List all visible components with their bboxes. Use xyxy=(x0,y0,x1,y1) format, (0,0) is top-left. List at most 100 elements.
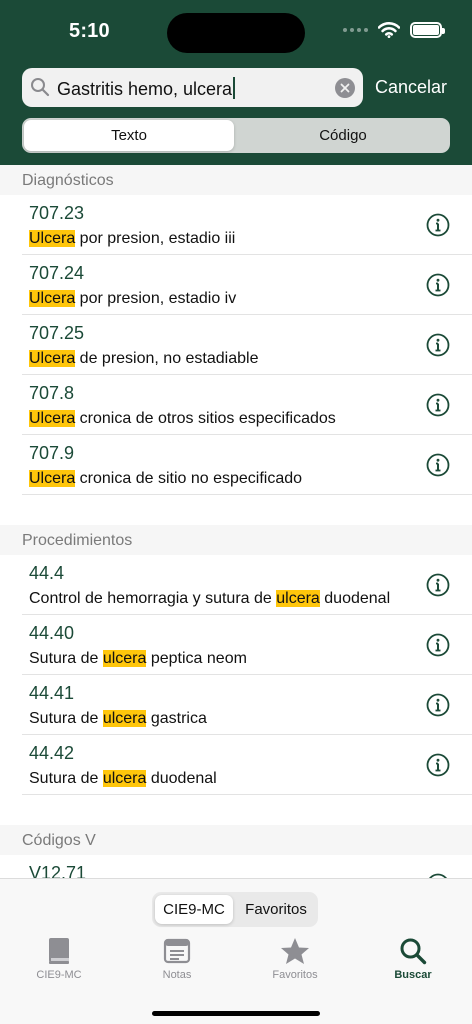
result-code: 44.41 xyxy=(29,683,75,703)
tab-cie9mc[interactable]: CIE9-MC xyxy=(0,937,118,981)
segment-favoritos[interactable]: Favoritos xyxy=(236,895,316,924)
result-code: 707.8 xyxy=(29,383,75,403)
result-code: 44.40 xyxy=(29,623,75,643)
result-row[interactable]: 707.23 Ulcera por presion, estadio iii xyxy=(22,195,472,255)
info-icon xyxy=(426,753,450,781)
result-row[interactable]: V12.71 xyxy=(22,855,472,878)
result-code: 707.24 xyxy=(29,263,85,283)
result-row[interactable]: 707.8 Ulcera cronica de otros sitios espe… xyxy=(22,375,472,435)
result-row[interactable]: 44.41 Sutura de ulcera gastrica xyxy=(22,675,472,735)
info-button[interactable] xyxy=(426,633,450,657)
section-header: Diagnósticos xyxy=(0,165,472,195)
search-field[interactable]: Gastritis hemo, ulcera xyxy=(22,68,363,107)
segment-codigo[interactable]: Código xyxy=(238,120,448,151)
description-suffix: por presion, estadio iii xyxy=(75,230,236,247)
section-spacer xyxy=(0,795,472,825)
description-prefix: Control de hemorragia y sutura de xyxy=(29,590,277,607)
result-description: Ulcera por presion, estadio iv xyxy=(29,290,236,308)
result-description: Sutura de ulcera duodenal xyxy=(29,770,217,788)
search-match-highlight: ulcera xyxy=(102,650,147,667)
search-icon xyxy=(400,938,427,965)
search-match-highlight: Ulcera xyxy=(29,350,76,367)
tab-bar: CIE9-MC Notas Favoritos Buscar xyxy=(0,937,472,997)
info-button[interactable] xyxy=(426,453,450,477)
status-time: 5:10 xyxy=(69,20,110,42)
info-button[interactable] xyxy=(426,333,450,357)
tab-label: Notas xyxy=(162,969,192,981)
close-icon xyxy=(340,83,350,93)
bottom-bar: CIE9-MC Favoritos CIE9-MC Notas Favorito… xyxy=(0,878,472,1024)
description-suffix: peptica neom xyxy=(146,650,247,667)
result-description: Ulcera cronica de sitio no especificado xyxy=(29,470,302,488)
header: 5:10 Gastritis hemo, ulcera Cancelar Tex… xyxy=(0,0,472,165)
result-row[interactable]: 44.40 Sutura de ulcera peptica neom xyxy=(22,615,472,675)
notes-icon xyxy=(163,938,191,964)
tab-favoritos[interactable]: Favoritos xyxy=(236,937,354,981)
info-button[interactable] xyxy=(426,213,450,237)
search-match-highlight: Ulcera xyxy=(29,470,76,487)
tab-label: CIE9-MC xyxy=(36,969,82,981)
result-description: Ulcera por presion, estadio iii xyxy=(29,230,235,248)
info-icon xyxy=(426,693,450,721)
result-row[interactable]: 707.25 Ulcera de presion, no estadiable xyxy=(22,315,472,375)
tab-label: Favoritos xyxy=(272,969,318,981)
result-row[interactable]: 44.4 Control de hemorragia y sutura de ul… xyxy=(22,555,472,615)
info-button[interactable] xyxy=(426,693,450,717)
info-icon xyxy=(426,573,450,601)
section-spacer xyxy=(0,495,472,525)
description-suffix: por presion, estadio iv xyxy=(75,290,237,307)
result-code: 707.9 xyxy=(29,443,75,463)
wifi-icon xyxy=(378,22,400,38)
source-segment: CIE9-MC Favoritos xyxy=(152,892,318,927)
info-icon xyxy=(426,213,450,241)
info-button[interactable] xyxy=(426,273,450,297)
description-prefix: Sutura de xyxy=(29,650,103,667)
results-list[interactable]: Diagnósticos 707.23 Ulcera por presion, es… xyxy=(0,165,472,878)
tab-label: Buscar xyxy=(394,969,432,981)
search-match-highlight: ulcera xyxy=(102,710,147,727)
description-suffix: cronica de sitio no especificado xyxy=(75,470,303,487)
description-prefix: Sutura de xyxy=(29,770,103,787)
result-code: 44.42 xyxy=(29,743,75,763)
search-match-highlight: ulcera xyxy=(276,590,320,607)
battery-icon xyxy=(410,22,445,38)
info-icon xyxy=(426,633,450,661)
result-row[interactable]: 707.24 Ulcera por presion, estadio iv xyxy=(22,255,472,315)
info-icon xyxy=(426,333,450,361)
search-icon xyxy=(31,78,50,97)
result-row[interactable]: 44.42 Sutura de ulcera duodenal xyxy=(22,735,472,795)
description-prefix: Sutura de xyxy=(29,710,103,727)
search-match-highlight: Ulcera xyxy=(29,230,76,247)
info-button[interactable] xyxy=(426,753,450,777)
book-icon xyxy=(49,938,69,964)
section-header: Códigos V xyxy=(0,825,472,855)
segment-cie9mc[interactable]: CIE9-MC xyxy=(155,895,233,924)
segment-texto[interactable]: Texto xyxy=(24,120,234,151)
description-suffix: de presion, no estadiable xyxy=(75,350,259,367)
result-code: 707.23 xyxy=(29,203,85,223)
search-query: Gastritis hemo, ulcera xyxy=(57,79,233,99)
tab-buscar[interactable]: Buscar xyxy=(354,937,472,981)
search-match-highlight: Ulcera xyxy=(29,410,76,427)
search-input[interactable]: Gastritis hemo, ulcera xyxy=(57,77,236,100)
result-description: Ulcera de presion, no estadiable xyxy=(29,350,258,368)
home-indicator[interactable] xyxy=(152,1011,320,1016)
section-header: Procedimientos xyxy=(0,525,472,555)
info-button[interactable] xyxy=(426,393,450,417)
cancel-button[interactable]: Cancelar xyxy=(375,77,447,98)
result-row[interactable]: 707.9 Ulcera cronica de sitio no especifi… xyxy=(22,435,472,495)
clear-search-button[interactable] xyxy=(335,78,355,98)
star-icon xyxy=(281,938,309,964)
result-description: Sutura de ulcera gastrica xyxy=(29,710,207,728)
description-suffix: duodenal xyxy=(319,590,391,607)
search-match-highlight: ulcera xyxy=(102,770,147,787)
info-button[interactable] xyxy=(426,573,450,597)
result-description: Control de hemorragia y sutura de ulcera… xyxy=(29,590,390,608)
result-code: V12.71 xyxy=(29,863,87,878)
text-caret xyxy=(233,77,236,99)
result-code: 707.25 xyxy=(29,323,85,343)
tab-notas[interactable]: Notas xyxy=(118,937,236,981)
search-match-highlight: Ulcera xyxy=(29,290,76,307)
signal-icon xyxy=(343,28,368,32)
result-description: Ulcera cronica de otros sitios especific… xyxy=(29,410,336,428)
